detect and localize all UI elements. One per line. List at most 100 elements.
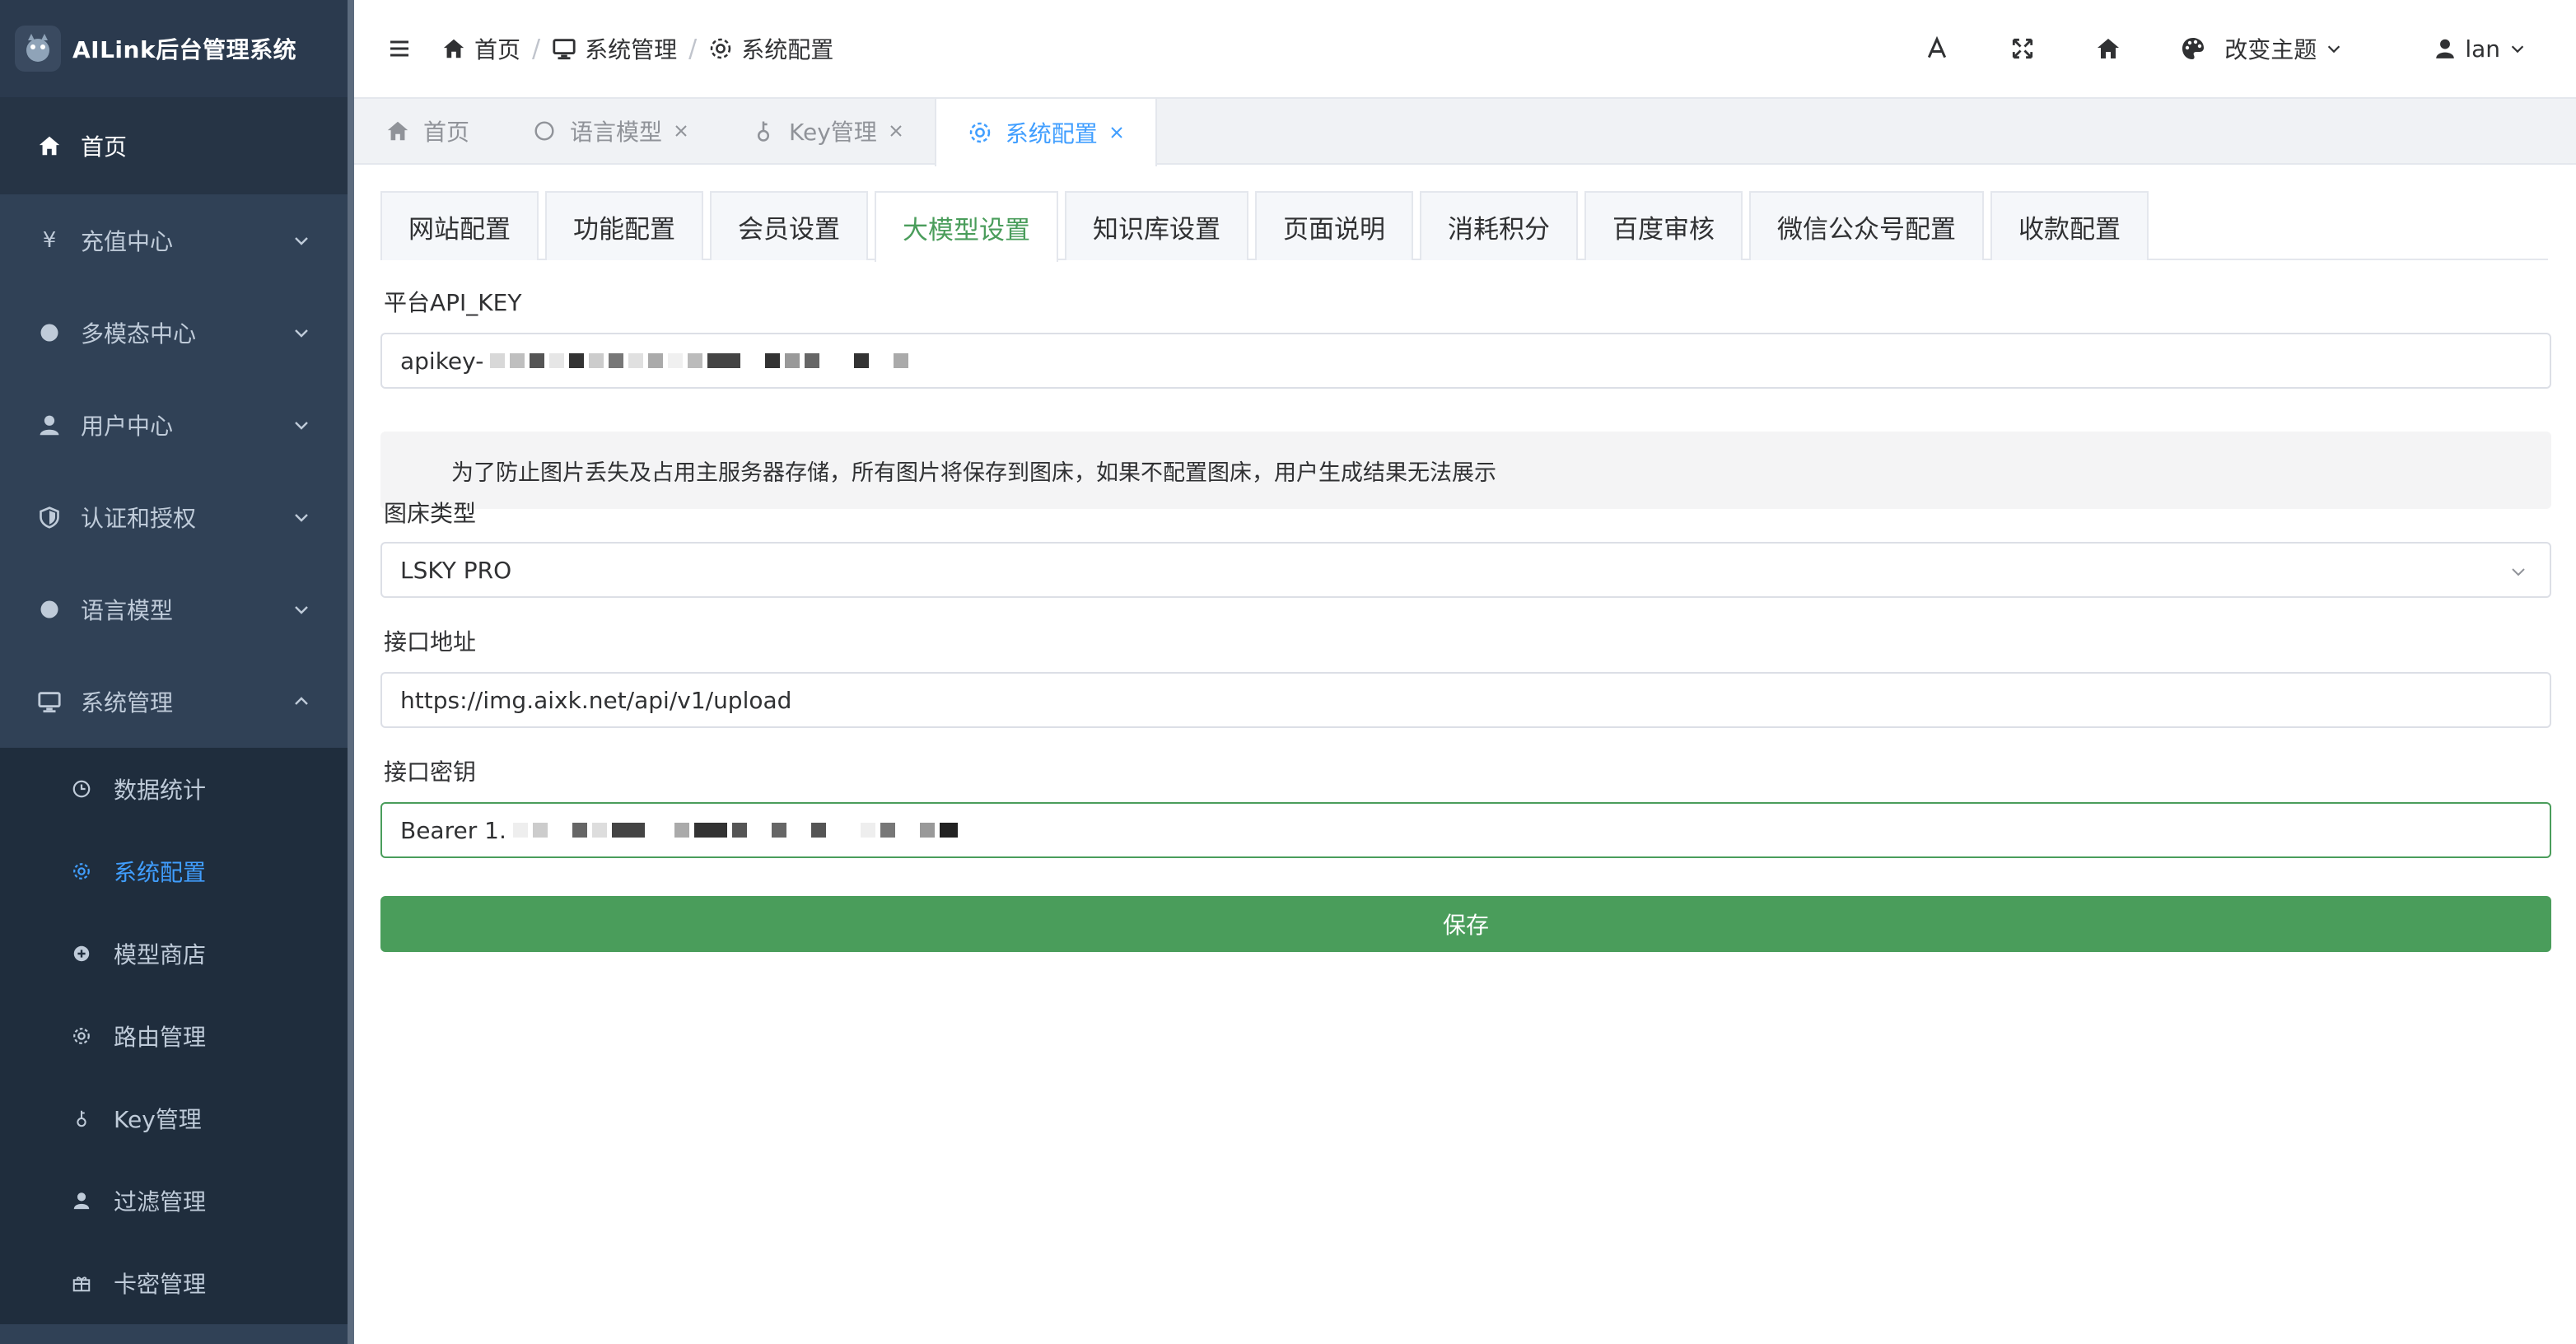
sidebar-item-label: 首页 [81,133,128,161]
monitor-icon [36,688,63,715]
sidebar-item-label: 卡密管理 [114,1271,207,1298]
circle-icon [36,596,63,623]
secret-input[interactable]: Bearer 1. [380,802,2551,858]
api-key-input[interactable]: apikey- [380,333,2551,389]
tag-language-model[interactable]: 语言模型 [501,99,720,163]
sidebar-item-home[interactable]: 首页 [0,97,348,194]
chevron-down-icon [295,237,308,245]
fullscreen-icon[interactable] [2009,35,2037,63]
tab-member-settings[interactable]: 会员设置 [710,191,868,260]
save-button[interactable]: 保存 [380,896,2551,952]
sidebar-item-key-management[interactable]: Key管理 [0,1077,348,1160]
shield-icon [36,504,63,530]
tab-points-consumption[interactable]: 消耗积分 [1420,191,1578,260]
secret-label: 接口密钥 [384,758,477,786]
home-icon [36,133,63,159]
content: 网站配置 功能配置 会员设置 大模型设置 知识库设置 页面说明 消耗积分 百度审… [354,165,2576,952]
font-size-icon[interactable] [1923,35,1951,63]
endpoint-value: https://img.aixk.net/api/v1/upload [400,686,792,714]
endpoint-input[interactable]: https://img.aixk.net/api/v1/upload [380,672,2551,728]
sidebar-item-label: 数据统计 [114,777,207,804]
user-icon [2436,39,2455,58]
gift-icon [71,1272,92,1294]
yen-icon: ¥ [42,228,57,253]
tag-home[interactable]: 首页 [354,99,501,163]
tags-view: 首页 语言模型 Key管理 系统配置 [354,97,2576,166]
right-menu: 改变主题 lan [1923,0,2576,97]
sidebar-item-label: 语言模型 [81,597,174,624]
bed-type-select[interactable]: LSKY PRO [380,542,2551,598]
api-key-value: apikey- [400,347,484,375]
breadcrumb-separator: / [688,34,698,63]
sidebar-item-label: 充值中心 [81,228,174,255]
breadcrumb: 首页 / 系统管理 / 系统配置 [441,32,833,65]
app-title: AILink后台管理系统 [72,36,297,63]
user-icon [36,412,63,438]
bed-type-label: 图床类型 [384,500,477,527]
breadcrumb-system[interactable]: 系统管理 [552,32,677,65]
sidebar-scrollbar[interactable] [348,0,354,1344]
sidebar-item-card-keys[interactable]: 卡密管理 [0,1242,348,1324]
home-icon[interactable] [2094,35,2122,63]
tag-key-management[interactable]: Key管理 [720,99,935,163]
breadcrumb-config: 系统配置 [708,32,833,65]
user-menu[interactable]: lan [2434,35,2527,63]
circle-outline-icon [534,121,554,141]
close-icon[interactable] [889,124,903,138]
config-tabs: 网站配置 功能配置 会员设置 大模型设置 知识库设置 页面说明 消耗积分 百度审… [380,191,2548,262]
sidebar-item-system-config[interactable]: 系统配置 [0,830,348,912]
api-key-label: 平台API_KEY [384,289,522,316]
sidebar-item-language-model[interactable]: 语言模型 [0,563,348,656]
sidebar-item-label: 用户中心 [81,413,174,440]
chevron-down-icon [295,329,308,338]
sidebar-item-label: Key管理 [114,1106,202,1133]
sidebar-item-system[interactable]: 系统管理 [0,656,348,748]
tab-knowledge-settings[interactable]: 知识库设置 [1065,191,1248,260]
chevron-down-icon [295,606,308,614]
sidebar: AILink后台管理系统 首页 ¥ 充值中心 多模态中心 用户中心 认证和授权 … [0,0,348,1344]
monitor-icon [553,39,576,60]
home-icon [443,39,464,58]
sidebar-item-auth[interactable]: 认证和授权 [0,471,348,563]
close-icon[interactable] [1109,125,1124,140]
close-icon[interactable] [674,124,688,138]
sidebar-item-recharge[interactable]: ¥ 充值中心 [0,194,348,287]
clock-icon [71,778,92,800]
sidebar-item-label: 路由管理 [114,1024,207,1051]
system-submenu: 数据统计 系统配置 模型商店 路由管理 Key管理 过滤管理 卡密管理 [0,748,348,1324]
redacted-mask [512,823,963,838]
sidebar-item-multimodal[interactable]: 多模态中心 [0,287,348,379]
secret-value: Bearer 1. [400,816,506,844]
sidebar-item-label: 系统配置 [114,859,207,886]
key-icon [757,121,770,142]
tag-system-config[interactable]: 系统配置 [934,99,1157,166]
tab-site-config[interactable]: 网站配置 [380,191,539,260]
chevron-down-icon [295,422,308,430]
chevron-down-icon [295,514,308,522]
theme-label: 改变主题 [2224,36,2317,63]
sidebar-item-statistics[interactable]: 数据统计 [0,748,348,830]
gear-icon [969,122,991,143]
chevron-down-icon [2511,45,2524,54]
sidebar-item-label: 认证和授权 [81,505,197,532]
circle-icon [36,320,63,346]
gear-icon [71,1025,92,1047]
hamburger-icon[interactable] [385,35,413,63]
tab-feature-config[interactable]: 功能配置 [545,191,703,260]
tab-payment-config[interactable]: 收款配置 [1990,191,2149,260]
tab-llm-settings[interactable]: 大模型设置 [875,191,1058,262]
theme-switcher[interactable]: 改变主题 [2180,32,2343,65]
tab-wechat-config[interactable]: 微信公众号配置 [1749,191,1984,260]
sidebar-item-model-store[interactable]: 模型商店 [0,912,348,995]
sidebar-item-users[interactable]: 用户中心 [0,379,348,471]
chevron-down-icon [2512,568,2525,576]
sidebar-item-filter[interactable]: 过滤管理 [0,1160,348,1242]
sidebar-item-label: 多模态中心 [81,320,197,348]
breadcrumb-home[interactable]: 首页 [441,32,520,65]
sidebar-item-routes[interactable]: 路由管理 [0,995,348,1077]
sidebar-item-label: 系统管理 [81,689,174,716]
user-name: lan [2465,35,2500,63]
tab-page-description[interactable]: 页面说明 [1255,191,1413,260]
tab-baidu-review[interactable]: 百度审核 [1584,191,1743,260]
home-icon [387,121,408,141]
